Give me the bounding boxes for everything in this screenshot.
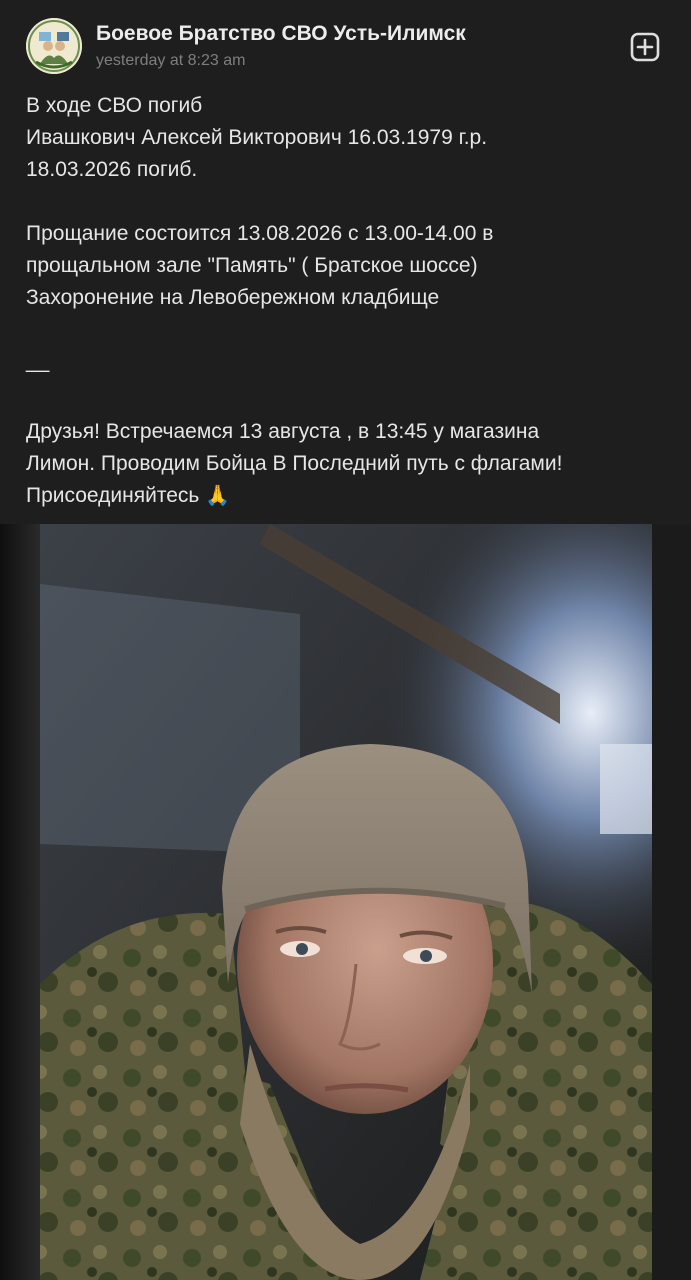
group-name[interactable]: Боевое Братство СВО Усть-Илимск: [96, 22, 466, 46]
post-line: прощальном зале "Память" ( Братское шосс…: [26, 254, 478, 277]
add-square-icon[interactable]: [629, 31, 661, 63]
praying-hands-icon: 🙏: [205, 485, 231, 507]
post-body: В ходе СВО погиб Ивашкович Алексей Викто…: [26, 90, 666, 512]
post-line-text: Присоединяйтесь: [26, 484, 200, 507]
post-line: Лимон. Проводим Бойца В Последний путь с…: [26, 452, 563, 475]
group-avatar[interactable]: [26, 18, 82, 74]
post-line: Ивашкович Алексей Викторович 16.03.1979 …: [26, 126, 488, 149]
post-line: 18.03.2026 погиб.: [26, 158, 198, 181]
group-logo-icon: [26, 18, 82, 74]
post-line-last: Присоединяйтесь 🙏: [26, 480, 666, 512]
post-separator: __: [26, 350, 50, 373]
post-line: Друзья! Встречаемся 13 августа , в 13:45…: [26, 420, 540, 443]
post-header: Боевое Братство СВО Усть-Илимск yesterda…: [0, 0, 691, 86]
post-line: Прощание состоится 13.08.2026 с 13.00-14…: [26, 222, 494, 245]
post-line: В ходе СВО погиб: [26, 94, 203, 117]
soldier-portrait-image: [0, 524, 691, 1280]
post-line: Захоронение на Левобережном кладбище: [26, 286, 440, 309]
post-timestamp: yesterday at 8:23 am: [96, 52, 246, 69]
post-photo[interactable]: [0, 524, 691, 1280]
